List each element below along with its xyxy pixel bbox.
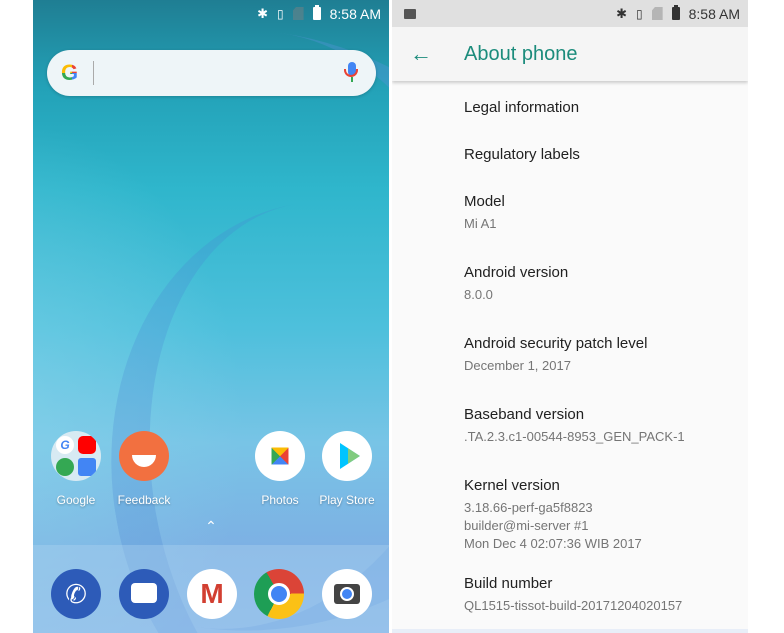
google-search-bar[interactable]: G — [47, 50, 376, 96]
bluetooth-icon: ✱ — [616, 6, 628, 21]
vibrate-icon: ▯ — [636, 6, 643, 21]
photos-icon — [255, 431, 305, 481]
gallery-notification-icon — [404, 8, 416, 19]
item-summary: .TA.2.3.c1-00544-8953_GEN_PACK-1 — [464, 429, 685, 444]
list-item-security-patch[interactable]: Android security patch level December 1,… — [392, 335, 647, 375]
text-cursor — [93, 61, 94, 85]
app-photos[interactable]: Photos — [247, 431, 313, 507]
app-google-folder[interactable]: G Google — [43, 431, 109, 507]
app-label: Feedback — [117, 493, 171, 507]
item-title: Baseband version — [464, 406, 585, 423]
app-label: Photos — [261, 493, 299, 507]
chrome-icon — [254, 569, 304, 619]
bottom-edge — [392, 629, 748, 633]
camera-icon — [322, 569, 372, 619]
messages-icon — [119, 569, 169, 619]
home-screen: ✱ ▯ 8:58 AM G G Google Feedback Photos P… — [33, 0, 389, 633]
app-label: Google — [56, 493, 96, 507]
about-phone-screen: ✱ ▯ 8:58 AM ← About phone Legal informat… — [392, 0, 748, 633]
feedback-icon — [119, 431, 169, 481]
item-title: Android version — [464, 264, 569, 281]
google-logo-icon: G — [61, 60, 83, 86]
dock: ✆ M — [33, 545, 389, 633]
app-feedback[interactable]: Feedback — [111, 431, 177, 507]
no-sim-icon — [292, 7, 304, 20]
item-summary: December 1, 2017 — [464, 358, 571, 373]
item-summary: Mi A1 — [464, 216, 497, 231]
app-label: Play Store — [319, 493, 375, 507]
item-summary: QL1515-tissot-build-20171204020157 — [464, 598, 683, 613]
back-arrow-icon[interactable]: ← — [410, 41, 440, 67]
google-folder-icon: G — [51, 431, 101, 481]
list-item-legal[interactable]: Legal information — [392, 99, 579, 116]
dock-phone[interactable]: ✆ — [43, 569, 109, 619]
no-sim-icon — [651, 7, 663, 20]
battery-icon — [312, 5, 321, 20]
battery-icon — [671, 5, 680, 20]
item-title: Legal information — [464, 99, 580, 116]
app-bar: ← About phone — [392, 27, 748, 81]
bluetooth-icon: ✱ — [257, 6, 269, 21]
list-item-baseband[interactable]: Baseband version .TA.2.3.c1-00544-8953_G… — [392, 406, 685, 446]
phone-icon: ✆ — [51, 569, 101, 619]
status-time: 8:58 AM — [329, 5, 381, 22]
status-bar: ✱ ▯ 8:58 AM — [392, 0, 748, 27]
list-item-kernel[interactable]: Kernel version 3.18.66-perf-ga5f8823 bui… — [392, 477, 642, 553]
dock-camera[interactable] — [314, 569, 380, 619]
list-item-regulatory[interactable]: Regulatory labels — [392, 146, 580, 163]
item-title: Android security patch level — [464, 335, 648, 352]
microphone-icon[interactable] — [344, 62, 358, 82]
app-play-store[interactable]: Play Store — [314, 431, 380, 507]
item-title: Model — [464, 193, 505, 210]
item-summary: 3.18.66-perf-ga5f8823 builder@mi-server … — [464, 500, 642, 551]
dock-messages[interactable] — [111, 569, 177, 619]
app-drawer-chevron-icon[interactable]: ⌃ — [33, 518, 389, 535]
status-bar: ✱ ▯ 8:58 AM — [33, 0, 389, 27]
page-title: About phone — [464, 42, 578, 65]
list-item-model[interactable]: Model Mi A1 — [392, 193, 505, 233]
list-item-build-number[interactable]: Build number QL1515-tissot-build-2017120… — [392, 575, 682, 615]
list-item-android-version[interactable]: Android version 8.0.0 — [392, 264, 568, 304]
status-time: 8:58 AM — [688, 5, 740, 22]
item-summary: 8.0.0 — [464, 287, 493, 302]
gmail-icon: M — [187, 569, 237, 619]
dock-gmail[interactable]: M — [179, 569, 245, 619]
item-title: Kernel version — [464, 477, 560, 494]
vibrate-icon: ▯ — [277, 6, 284, 21]
item-title: Regulatory labels — [464, 146, 580, 163]
item-title: Build number — [464, 575, 553, 592]
dock-chrome[interactable] — [246, 569, 312, 619]
play-store-icon — [322, 431, 372, 481]
